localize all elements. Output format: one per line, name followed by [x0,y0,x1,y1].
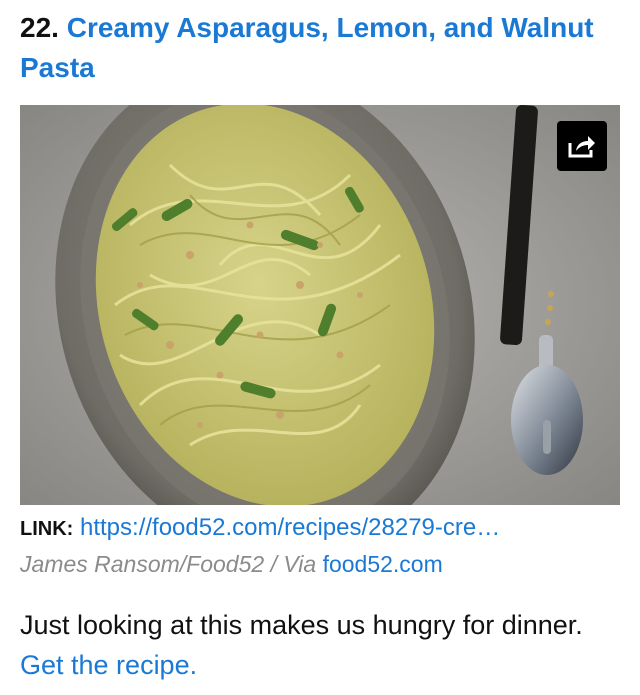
credit-text: James Ransom/Food52 / Via [20,551,323,577]
link-row: LINK: https://food52.com/recipes/28279-c… [20,512,620,545]
get-recipe-link[interactable]: Get the recipe. [20,650,197,680]
link-label: LINK: [20,518,74,540]
credit-source-link[interactable]: food52.com [323,551,443,577]
pasta-platter-image [20,105,620,505]
share-button[interactable] [557,121,607,171]
recipe-photo [20,105,620,505]
item-title-link[interactable]: Creamy Asparagus, Lemon, and Walnut Past… [20,12,594,83]
share-icon [568,136,595,158]
item-number: 22. [20,12,59,43]
item-title: 22. Creamy Asparagus, Lemon, and Walnut … [20,8,620,88]
photo-credit: James Ransom/Food52 / Via food52.com [20,548,620,580]
description-text: Just looking at this makes us hungry for… [20,610,583,640]
recipe-url-link[interactable]: https://food52.com/recipes/28279-cre… [80,514,500,541]
item-description: Just looking at this makes us hungry for… [20,605,620,685]
